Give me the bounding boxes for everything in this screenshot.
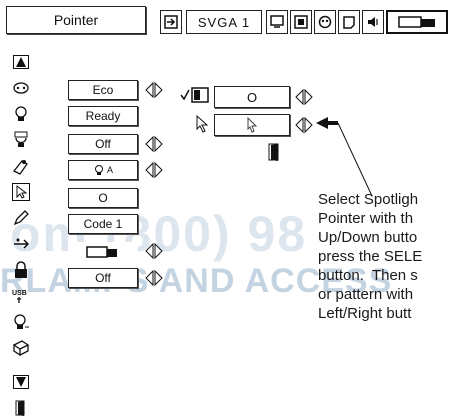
instruction-caption: Select Spotligh Pointer with th Up/Down …: [318, 191, 423, 322]
